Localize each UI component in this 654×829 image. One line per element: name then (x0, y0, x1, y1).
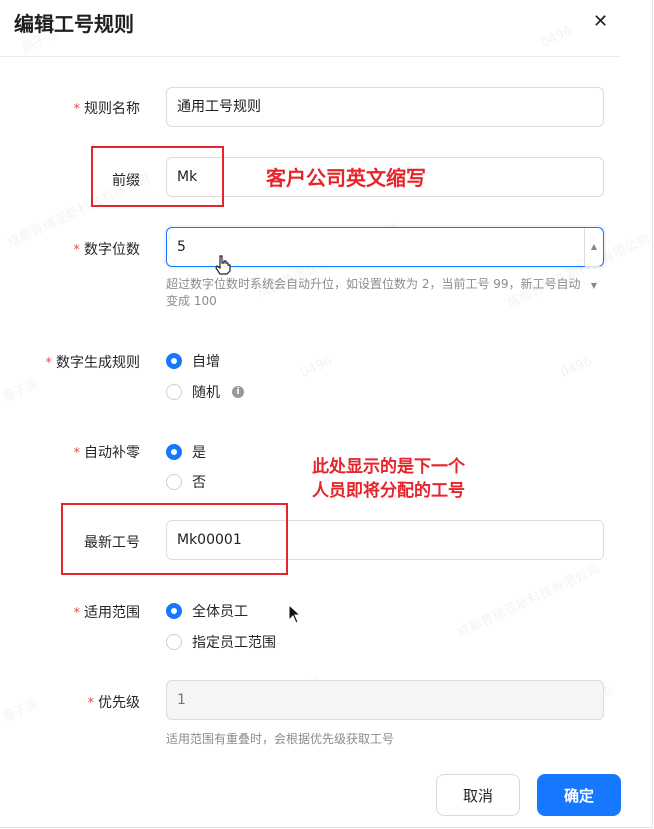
scope-label: * 适用范围 (73, 605, 141, 621)
rule-name-label: * 规则名称 (73, 101, 141, 117)
radio-checked-icon (166, 353, 182, 369)
stepper-up-icon[interactable]: ▲ (585, 228, 603, 266)
latest-number-annotation: 此处显示的是下一个 人员即将分配的工号 (312, 457, 465, 501)
prefix-annotation: 客户公司英文缩写 (266, 166, 426, 190)
digit-count-hint: 超过数字位数时系统会自动升位，如设置位数为 2，当前工号 99，新工号自动 变成… (166, 277, 581, 308)
radio-unchecked-icon (166, 474, 182, 490)
radio-yes[interactable]: 是 (166, 442, 206, 462)
dialog-title: 编辑工号规则 (14, 12, 134, 36)
prefix-highlight-box (91, 146, 224, 207)
radio-random[interactable]: 随机 i (166, 382, 244, 402)
hand-cursor-icon (215, 255, 231, 275)
radio-checked-icon (166, 444, 182, 460)
generation-rule-label: * 数字生成规则 (45, 355, 141, 371)
header-divider (0, 56, 620, 57)
latest-number-highlight-box (61, 503, 288, 575)
radio-all-employees[interactable]: 全体员工 (166, 601, 248, 621)
priority-label: * 优先级 (87, 695, 141, 711)
radio-unchecked-icon (166, 634, 182, 650)
radio-unchecked-icon (166, 384, 182, 400)
radio-specified-employees[interactable]: 指定员工范围 (166, 632, 276, 652)
priority-input[interactable] (166, 680, 604, 720)
digit-count-value: 5 (177, 239, 186, 255)
radio-checked-icon (166, 603, 182, 619)
cancel-button[interactable]: 取消 (436, 774, 520, 816)
radio-increment[interactable]: 自增 (166, 351, 220, 371)
confirm-button[interactable]: 确定 (537, 774, 621, 816)
number-stepper[interactable]: ▲ ▼ (584, 228, 603, 290)
rule-name-input[interactable]: 通用工号规则 (166, 87, 604, 127)
priority-hint: 适用范围有重叠时，会根据优先级获取工号 (166, 732, 395, 746)
digit-count-label: * 数字位数 (73, 242, 141, 258)
zero-padding-label: * 自动补零 (73, 445, 141, 461)
radio-no[interactable]: 否 (166, 472, 206, 492)
close-icon[interactable]: ✕ (593, 11, 608, 32)
info-icon[interactable]: i (232, 386, 244, 398)
arrow-cursor-icon (288, 604, 302, 624)
